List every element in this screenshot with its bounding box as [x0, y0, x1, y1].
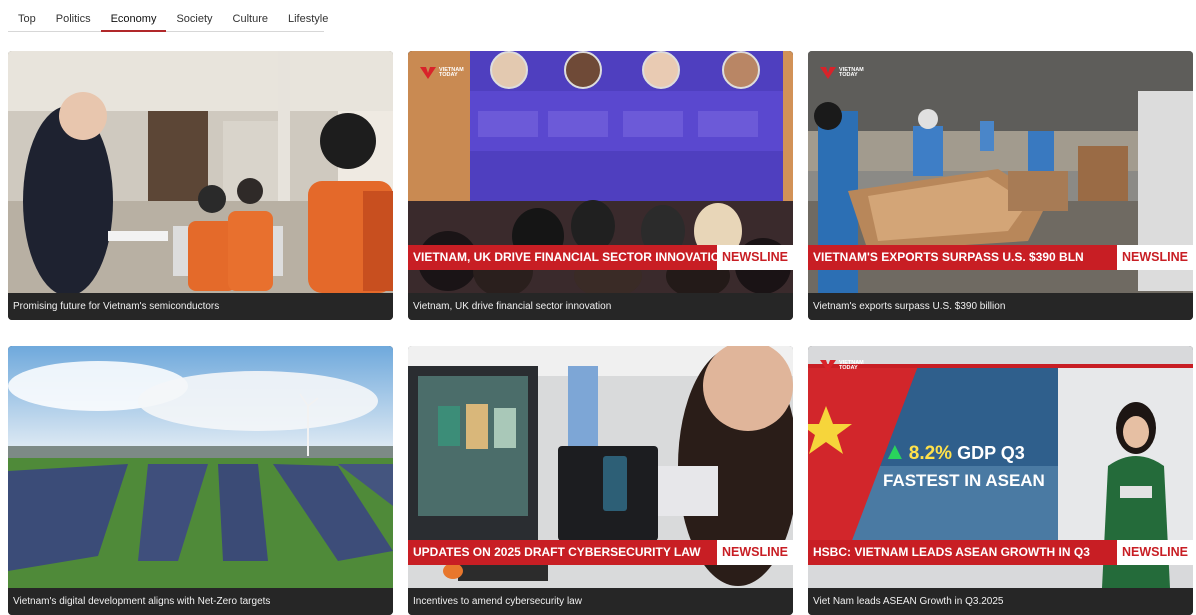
tab-economy[interactable]: Economy — [100, 13, 167, 32]
solar-farm-photo — [8, 346, 393, 588]
news-caption[interactable]: Promising future for Vietnam's semicondu… — [8, 293, 393, 320]
newsline-banner: HSBC: VIETNAM LEADS ASEAN GROWTH IN Q3 N… — [808, 540, 1193, 565]
vietnam-today-logo: VIETNAM TODAY — [820, 67, 864, 79]
banner-headline: VIETNAM, UK DRIVE FINANCIAL SECTOR INNOV… — [408, 245, 717, 270]
news-card-cybersecurity[interactable]: UPDATES ON 2025 DRAFT CYBERSECURITY LAW … — [408, 346, 793, 615]
newsline-banner: VIETNAM'S EXPORTS SURPASS U.S. $390 BLN … — [808, 245, 1193, 270]
gdp-screen-graphic: ▲ 8.2% GDP Q3 FASTEST IN ASEAN — [883, 438, 1045, 491]
logo-text: VIETNAM TODAY — [839, 359, 864, 371]
banner-headline: UPDATES ON 2025 DRAFT CYBERSECURITY LAW — [408, 540, 717, 565]
tab-lifestyle[interactable]: Lifestyle — [278, 13, 338, 31]
tab-society[interactable]: Society — [166, 13, 222, 31]
newsline-banner: UPDATES ON 2025 DRAFT CYBERSECURITY LAW … — [408, 540, 793, 565]
newsline-badge: NEWSLINE — [717, 245, 793, 270]
arrow-up-icon: ▲ — [883, 438, 907, 465]
banner-headline: HSBC: VIETNAM LEADS ASEAN GROWTH IN Q3 — [808, 540, 1117, 565]
gdp-period: GDP Q3 — [952, 443, 1025, 463]
gdp-headline: FASTEST IN ASEAN — [883, 471, 1045, 490]
news-caption[interactable]: Vietnam's digital development aligns wit… — [8, 588, 393, 615]
news-caption[interactable]: Viet Nam leads ASEAN Growth in Q3.2025 — [808, 588, 1193, 615]
news-card-financial-innovation[interactable]: VIETNAM TODAY VIETNAM, UK DRIVE FINANCIA… — [408, 51, 793, 320]
news-card-semiconductors[interactable]: Promising future for Vietnam's semicondu… — [8, 51, 393, 320]
news-thumbnail[interactable] — [8, 51, 393, 293]
tab-top[interactable]: Top — [8, 13, 46, 31]
news-caption[interactable]: Vietnam's exports surpass U.S. $390 bill… — [808, 293, 1193, 320]
news-card-net-zero[interactable]: Vietnam's digital development aligns wit… — [8, 346, 393, 615]
news-caption[interactable]: Vietnam, UK drive financial sector innov… — [408, 293, 793, 320]
speaker-avatar — [722, 51, 760, 89]
speaker-avatar — [564, 51, 602, 89]
banner-headline: VIETNAM'S EXPORTS SURPASS U.S. $390 BLN — [808, 245, 1117, 270]
tab-politics[interactable]: Politics — [46, 13, 101, 31]
logo-text: VIETNAM TODAY — [439, 66, 464, 78]
vietnam-today-logo-icon — [820, 360, 836, 372]
news-thumbnail[interactable]: UPDATES ON 2025 DRAFT CYBERSECURITY LAW … — [408, 346, 793, 588]
newsline-badge: NEWSLINE — [1117, 540, 1193, 565]
news-thumbnail[interactable] — [8, 346, 393, 588]
speaker-avatar — [490, 51, 528, 89]
newsline-badge: NEWSLINE — [1117, 245, 1193, 270]
news-thumbnail[interactable]: VIETNAM TODAY VIETNAM'S EXPORTS SURPASS … — [808, 51, 1193, 293]
vietnam-today-logo: VIETNAM TODAY — [820, 360, 864, 372]
category-tabs: Top Politics Economy Society Culture Lif… — [8, 0, 328, 32]
newsline-badge: NEWSLINE — [717, 540, 793, 565]
news-card-exports[interactable]: VIETNAM TODAY VIETNAM'S EXPORTS SURPASS … — [808, 51, 1193, 320]
news-card-asean-growth[interactable]: VIETNAM TODAY ▲ 8.2% GDP Q3 FASTEST IN AS… — [808, 346, 1193, 615]
semiconductor-event-photo — [8, 51, 393, 293]
vietnam-today-logo-icon — [420, 67, 436, 79]
vietnam-today-logo: VIETNAM TODAY — [420, 67, 464, 79]
logo-text: VIETNAM TODAY — [839, 66, 864, 78]
news-thumbnail[interactable]: VIETNAM TODAY ▲ 8.2% GDP Q3 FASTEST IN AS… — [808, 346, 1193, 588]
gdp-percentage: 8.2% — [908, 443, 953, 464]
newsline-banner: VIETNAM, UK DRIVE FINANCIAL SECTOR INNOV… — [408, 245, 793, 270]
news-thumbnail[interactable]: VIETNAM TODAY VIETNAM, UK DRIVE FINANCIA… — [408, 51, 793, 293]
news-caption[interactable]: Incentives to amend cybersecurity law — [408, 588, 793, 615]
tab-culture[interactable]: Culture — [223, 13, 278, 31]
speaker-avatar — [642, 51, 680, 89]
vietnam-today-logo-icon — [820, 67, 836, 79]
